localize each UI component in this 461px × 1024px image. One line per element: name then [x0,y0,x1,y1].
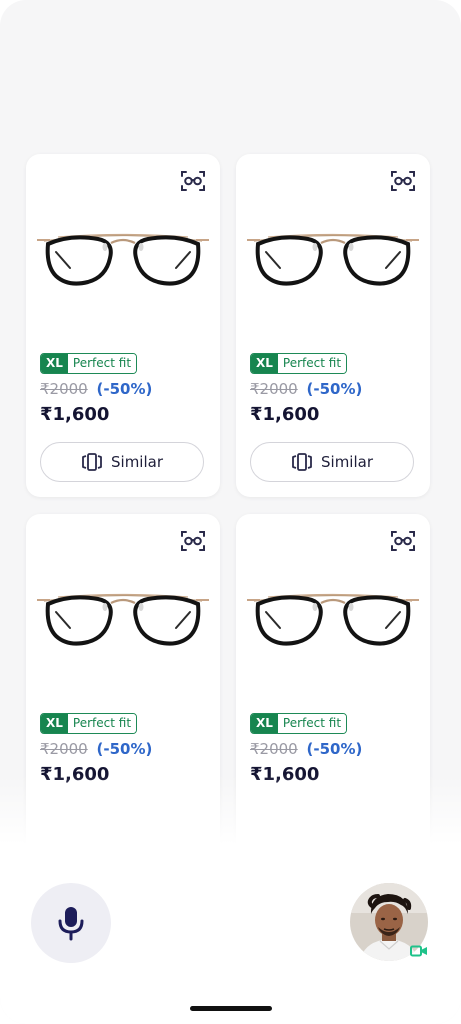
microphone-icon [58,907,84,941]
eyeglasses-image [247,233,419,286]
fit-label: Perfect fit [277,714,347,733]
eyeglasses-image [247,593,419,646]
similar-frames-icon [82,453,102,471]
original-price: ₹2000 [250,740,298,758]
app-sheet: XL Perfect fit ₹2000 (-50%) ₹1,600 Simil… [0,0,461,1024]
fit-badge: XL Perfect fit [40,353,138,374]
product-card[interactable]: XL Perfect fit ₹2000 (-50%) ₹1,600 Simil… [26,154,220,497]
fit-label: Perfect fit [67,354,137,373]
sale-price: ₹1,600 [40,404,110,425]
discount-label: (-50%) [96,380,153,398]
product-card[interactable]: XL Perfect fit ₹2000 (-50%) ₹1,600 Simil… [236,154,430,497]
price-row: ₹2000 (-50%) [40,740,152,758]
price-row: ₹2000 (-50%) [250,380,362,398]
similar-button[interactable]: Similar [250,442,414,482]
discount-label: (-50%) [96,740,153,758]
similar-label: Similar [111,453,163,471]
eyeglasses-image [37,233,209,286]
fit-size: XL [251,714,278,733]
face-glasses-icon[interactable] [180,168,206,194]
voice-search-button[interactable] [31,883,111,963]
similar-frames-icon [292,453,312,471]
fit-label: Perfect fit [67,714,137,733]
fit-size: XL [251,354,278,373]
face-glasses-icon[interactable] [390,528,416,554]
fit-label: Perfect fit [277,354,347,373]
similar-button[interactable]: Similar [40,442,204,482]
home-indicator [190,1006,272,1011]
eyeglasses-image [37,593,209,646]
original-price: ₹2000 [250,380,298,398]
original-price: ₹2000 [40,740,88,758]
fit-badge: XL Perfect fit [40,713,138,734]
fit-badge: XL Perfect fit [250,713,348,734]
discount-label: (-50%) [306,740,363,758]
video-camera-icon [409,943,429,959]
original-price: ₹2000 [40,380,88,398]
similar-label: Similar [321,453,373,471]
sale-price: ₹1,600 [250,404,320,425]
face-glasses-icon[interactable] [180,528,206,554]
price-row: ₹2000 (-50%) [40,380,152,398]
discount-label: (-50%) [306,380,363,398]
fit-size: XL [41,354,68,373]
fit-badge: XL Perfect fit [250,353,348,374]
price-row: ₹2000 (-50%) [250,740,362,758]
face-glasses-icon[interactable] [390,168,416,194]
fit-size: XL [41,714,68,733]
